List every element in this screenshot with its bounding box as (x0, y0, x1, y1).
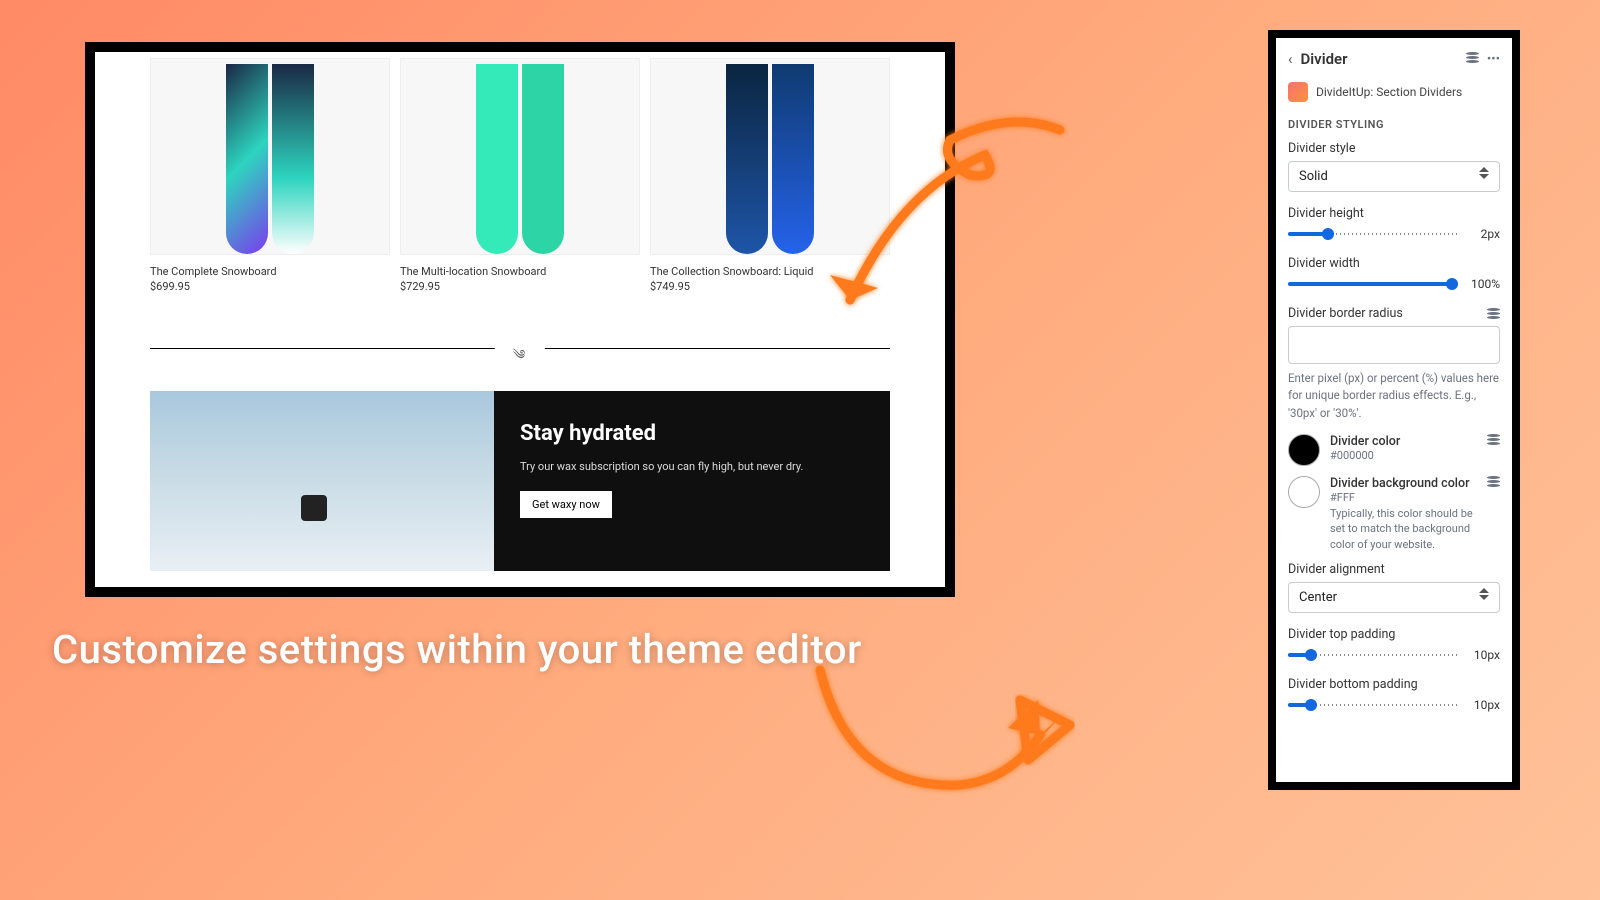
settings-panel-frame: ‹ Divider ••• DivideItUp: Section Divide… (1268, 30, 1520, 790)
field-label: Divider alignment (1288, 562, 1500, 577)
promo-heading: Stay hydrated (520, 421, 864, 446)
color-swatch (1288, 434, 1320, 466)
product-price: $729.95 (400, 280, 640, 293)
field-label: Divider style (1288, 141, 1500, 156)
slider-value: 100% (1466, 277, 1500, 291)
bottom-padding-slider[interactable] (1288, 697, 1458, 713)
top-padding-slider[interactable] (1288, 647, 1458, 663)
color-hex: #FFF (1330, 491, 1477, 504)
product-price: $749.95 (650, 280, 890, 293)
section-label: DIVIDER STYLING (1288, 118, 1500, 131)
storefront-preview: The Complete Snowboard $699.95 The Multi… (95, 52, 945, 587)
field-label: Divider top padding (1288, 627, 1500, 642)
chevron-updown-icon (1479, 595, 1489, 600)
field-label: Divider border radius (1288, 306, 1500, 321)
field-label: Divider width (1288, 256, 1500, 271)
product-card[interactable] (150, 58, 390, 255)
marketing-caption: Customize settings within your theme edi… (52, 626, 862, 673)
database-icon[interactable] (1466, 52, 1479, 63)
promo-body: Try our wax subscription so you can fly … (520, 460, 864, 473)
slider-value: 10px (1466, 648, 1500, 662)
divider-height-slider[interactable] (1288, 226, 1458, 242)
product-title: The Collection Snowboard: Liquid (650, 265, 890, 278)
field-helper: Enter pixel (px) or percent (%) values h… (1288, 370, 1500, 422)
color-label: Divider background color (1330, 476, 1477, 491)
divider-style-select[interactable]: Solid (1288, 161, 1500, 192)
color-hex: #000000 (1330, 449, 1477, 462)
divider-color-picker[interactable]: Divider color #000000 (1288, 434, 1500, 466)
settings-panel: ‹ Divider ••• DivideItUp: Section Divide… (1276, 38, 1512, 782)
product-card[interactable] (650, 58, 890, 255)
chevron-updown-icon (1479, 174, 1489, 179)
storefront-preview-frame: The Complete Snowboard $699.95 The Multi… (85, 42, 955, 597)
app-icon (1288, 82, 1308, 102)
border-radius-input[interactable] (1288, 326, 1500, 364)
product-row (95, 52, 945, 255)
field-helper: Typically, this color should be set to m… (1330, 506, 1477, 552)
color-swatch (1288, 476, 1320, 508)
back-icon[interactable]: ‹ (1288, 50, 1293, 68)
promo-image (150, 391, 494, 571)
alignment-select[interactable]: Center (1288, 582, 1500, 613)
divider-width-slider[interactable] (1288, 276, 1458, 292)
slider-value: 10px (1466, 698, 1500, 712)
product-title: The Multi-location Snowboard (400, 265, 640, 278)
field-label: Divider bottom padding (1288, 677, 1500, 692)
database-icon[interactable] (1487, 476, 1500, 487)
field-label: Divider height (1288, 206, 1500, 221)
app-name: DivideItUp: Section Dividers (1316, 85, 1462, 99)
app-badge[interactable]: DivideItUp: Section Dividers (1288, 78, 1500, 114)
more-icon[interactable]: ••• (1487, 52, 1500, 67)
promo-banner: Stay hydrated Try our wax subscription s… (150, 391, 890, 571)
product-title: The Complete Snowboard (150, 265, 390, 278)
section-divider: ༄ (150, 343, 890, 353)
product-card[interactable] (400, 58, 640, 255)
divider-ornament-icon: ༄ (495, 340, 545, 377)
panel-title: Divider (1301, 50, 1458, 68)
database-icon[interactable] (1487, 308, 1500, 319)
slider-value: 2px (1466, 227, 1500, 241)
color-label: Divider color (1330, 434, 1477, 449)
divider-bg-color-picker[interactable]: Divider background color #FFF Typically,… (1288, 476, 1500, 552)
database-icon[interactable] (1487, 434, 1500, 445)
promo-cta-button[interactable]: Get waxy now (520, 491, 612, 518)
product-price: $699.95 (150, 280, 390, 293)
